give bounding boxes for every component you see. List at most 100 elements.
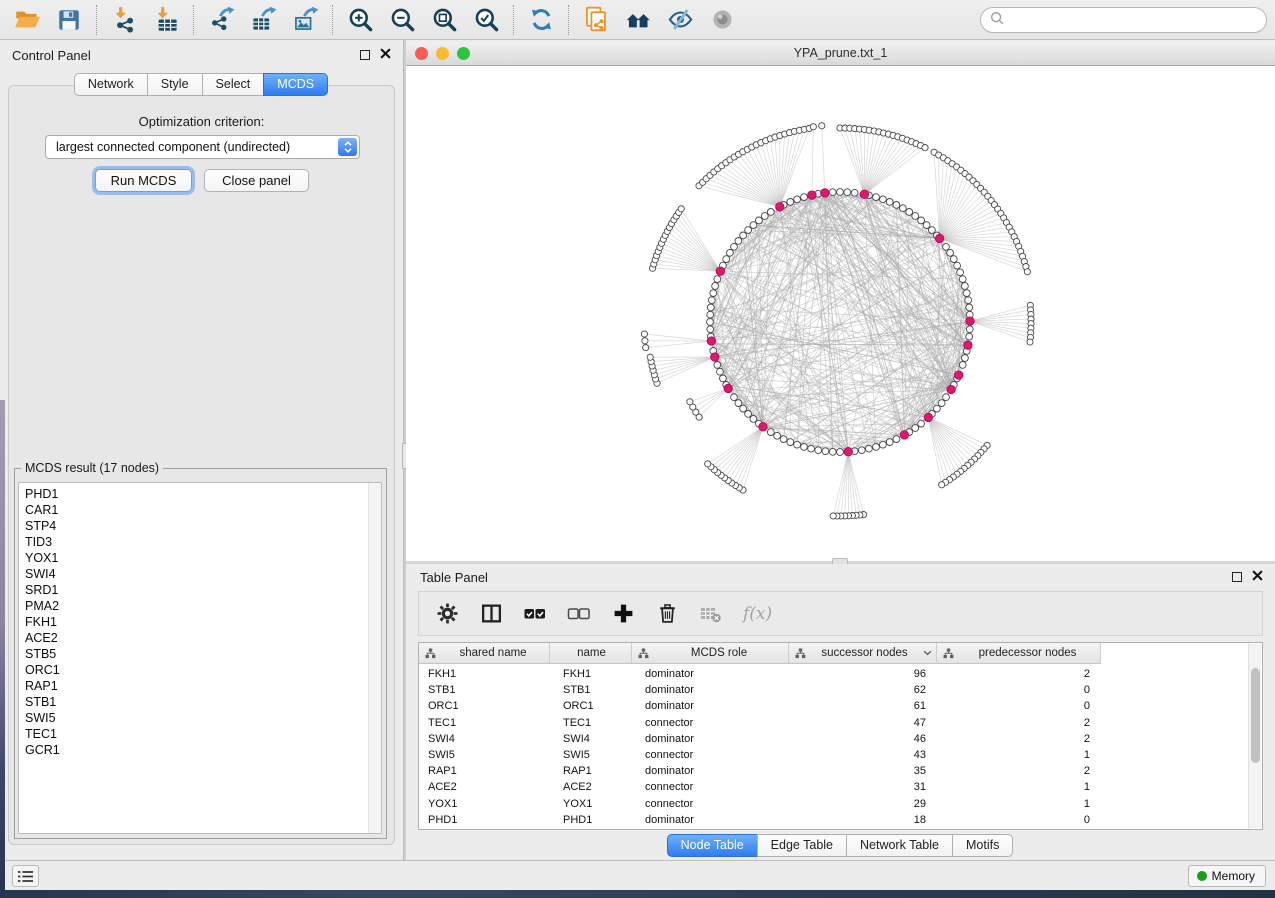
table-toolbar: f(x): [418, 591, 1263, 636]
table-panel: Table Panel f(x) shared namenameMCDS rol…: [406, 564, 1275, 860]
table-row[interactable]: YOX1YOX1connector291: [419, 796, 1262, 812]
tab-node-table[interactable]: Node Table: [667, 834, 758, 857]
memory-button[interactable]: Memory: [1188, 865, 1266, 887]
table-scrollbar-thumb[interactable]: [1251, 668, 1260, 763]
close-panel-button[interactable]: Close panel: [204, 169, 309, 192]
search-icon: [989, 10, 1005, 31]
float-panel-icon[interactable]: [1232, 572, 1242, 582]
zoom-out-icon[interactable]: [388, 6, 416, 34]
tab-select[interactable]: Select: [202, 73, 265, 96]
control-panel: Control Panel NetworkStyleSelectMCDS Opt…: [0, 40, 403, 860]
tab-network[interactable]: Network: [74, 73, 148, 96]
zoom-fit-icon[interactable]: [430, 6, 458, 34]
mcds-result-item[interactable]: SWI5: [25, 710, 381, 726]
network-canvas[interactable]: [406, 66, 1275, 561]
mcds-result-group: MCDS result (17 nodes) PHD1CAR1STP4TID3Y…: [14, 468, 387, 839]
memory-label: Memory: [1212, 869, 1255, 883]
delete-column-icon[interactable]: [655, 602, 679, 626]
tab-mcds[interactable]: MCDS: [263, 73, 328, 96]
run-mcds-button[interactable]: Run MCDS: [95, 169, 192, 192]
network-window-title: YPA_prune.txt_1: [406, 46, 1275, 60]
zoom-in-icon[interactable]: [346, 6, 374, 34]
open-file-icon[interactable]: [13, 6, 41, 34]
column-header-name[interactable]: name: [550, 643, 632, 664]
tab-style[interactable]: Style: [147, 73, 203, 96]
mcds-result-item[interactable]: RAP1: [25, 678, 381, 694]
tab-edge-table[interactable]: Edge Table: [757, 834, 847, 857]
first-neighbors-icon[interactable]: [624, 6, 652, 34]
mcds-result-item[interactable]: SWI4: [25, 566, 381, 582]
memory-status-icon: [1197, 871, 1207, 881]
table-panel-tabs: Node TableEdge TableNetwork TableMotifs: [406, 834, 1275, 857]
show-columns-icon[interactable]: [479, 602, 503, 626]
export-table-icon[interactable]: [249, 6, 277, 34]
table-row[interactable]: PHD1PHD1dominator180: [419, 812, 1262, 828]
export-image-icon[interactable]: [291, 6, 319, 34]
column-header-successor-nodes[interactable]: successor nodes: [789, 643, 937, 664]
search-field[interactable]: [980, 7, 1267, 33]
table-row[interactable]: RAP1RAP1dominator352: [419, 763, 1262, 779]
show-all-icon[interactable]: [708, 6, 736, 34]
export-network-icon[interactable]: [207, 6, 235, 34]
table-row[interactable]: FKH1FKH1dominator962: [419, 666, 1262, 682]
column-type-icon: [943, 648, 954, 659]
criterion-dropdown[interactable]: largest connected component (undirected): [45, 135, 360, 159]
table-row[interactable]: SWI4SWI4dominator462: [419, 731, 1262, 747]
column-header-predecessor-nodes[interactable]: predecessor nodes: [937, 643, 1101, 664]
mcds-result-list[interactable]: PHD1CAR1STP4TID3YOX1SWI4SRD1PMA2FKH1ACE2…: [18, 482, 382, 834]
table-row[interactable]: ACE2ACE2connector311: [419, 779, 1262, 795]
column-type-icon: [795, 648, 806, 659]
mcds-result-item[interactable]: STP4: [25, 518, 381, 534]
mcds-result-item[interactable]: TID3: [25, 534, 381, 550]
mcds-result-item[interactable]: CAR1: [25, 502, 381, 518]
mcds-list-scrollbar[interactable]: [368, 483, 381, 833]
main-toolbar: [0, 0, 1275, 40]
table-row[interactable]: TEC1TEC1connector472: [419, 715, 1262, 731]
select-all-icon[interactable]: [523, 602, 547, 626]
table-row[interactable]: SWI5SWI5connector431: [419, 747, 1262, 763]
control-panel-titlebar: Control Panel: [0, 40, 403, 70]
mcds-result-item[interactable]: STB5: [25, 646, 381, 662]
table-settings-icon[interactable]: [435, 602, 459, 626]
mcds-result-item[interactable]: FKH1: [25, 614, 381, 630]
refresh-view-icon[interactable]: [527, 6, 555, 34]
list-icon: [17, 870, 34, 883]
deselect-all-icon[interactable]: [567, 602, 591, 626]
criterion-value: largest connected component (undirected): [56, 140, 290, 154]
close-panel-icon[interactable]: [380, 46, 391, 64]
mcds-result-item[interactable]: GCR1: [25, 742, 381, 758]
mcds-result-item[interactable]: YOX1: [25, 550, 381, 566]
save-session-icon[interactable]: [55, 6, 83, 34]
search-input[interactable]: [1005, 13, 1258, 27]
column-type-icon: [425, 648, 436, 659]
close-panel-icon[interactable]: [1252, 568, 1263, 586]
network-window-titlebar[interactable]: YPA_prune.txt_1: [406, 42, 1275, 66]
import-network-icon[interactable]: [110, 6, 138, 34]
mcds-result-item[interactable]: SRD1: [25, 582, 381, 598]
tab-motifs[interactable]: Motifs: [952, 834, 1013, 857]
column-type-icon: [638, 648, 649, 659]
optimization-criterion-label: Optimization criterion:: [9, 114, 394, 129]
zoom-selected-icon[interactable]: [472, 6, 500, 34]
import-table-icon[interactable]: [152, 6, 180, 34]
control-panel-tabs: NetworkStyleSelectMCDS: [0, 73, 403, 96]
add-column-icon[interactable]: [611, 602, 635, 626]
table-body: FKH1FKH1dominator962STB1STB1dominator620…: [419, 666, 1262, 828]
mcds-result-item[interactable]: ORC1: [25, 662, 381, 678]
mcds-result-item[interactable]: STB1: [25, 694, 381, 710]
mcds-result-item[interactable]: PMA2: [25, 598, 381, 614]
share-document-icon[interactable]: [582, 6, 610, 34]
mcds-result-item[interactable]: TEC1: [25, 726, 381, 742]
column-header-MCDS-role[interactable]: MCDS role: [632, 643, 789, 664]
float-panel-icon[interactable]: [360, 50, 370, 60]
table-scrollbar[interactable]: [1248, 644, 1261, 828]
task-history-button[interactable]: [12, 865, 39, 887]
column-header-shared-name[interactable]: shared name: [419, 643, 550, 664]
hide-selected-icon[interactable]: [666, 6, 694, 34]
mcds-result-item[interactable]: PHD1: [25, 486, 381, 502]
desktop-background: [0, 890, 1275, 898]
mcds-result-item[interactable]: ACE2: [25, 630, 381, 646]
table-row[interactable]: ORC1ORC1dominator610: [419, 698, 1262, 714]
table-row[interactable]: STB1STB1dominator620: [419, 682, 1262, 698]
tab-network-table[interactable]: Network Table: [846, 834, 953, 857]
